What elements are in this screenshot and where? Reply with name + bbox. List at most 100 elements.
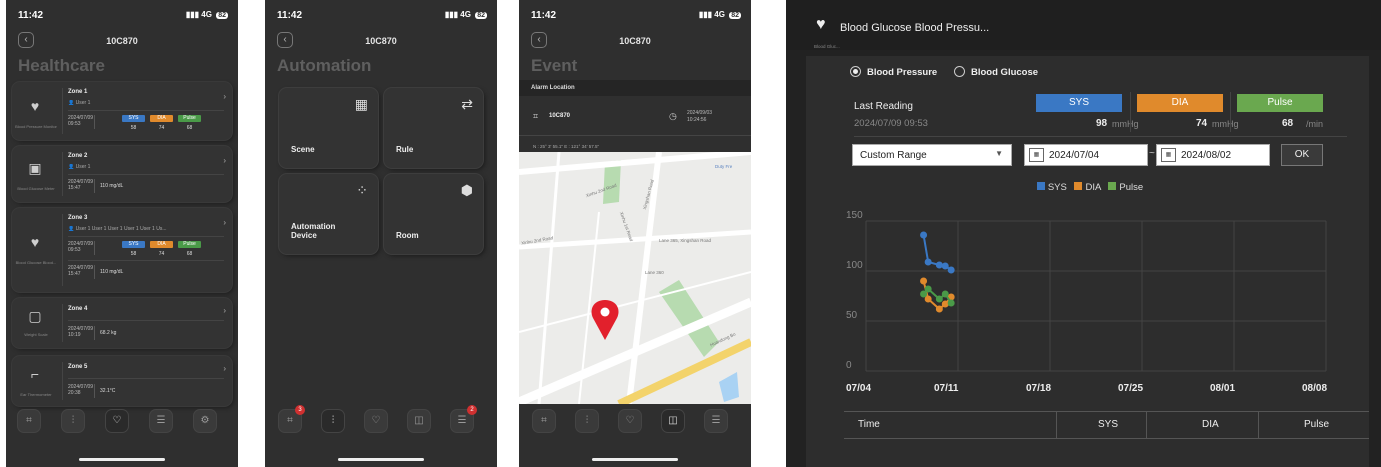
tab-automation[interactable]: ⫶ [62,410,84,432]
reading-time: 20:38 [68,390,81,396]
user-name: User 1 [75,164,91,170]
reading-time: 09:53 [68,121,81,127]
reading-value: 110 mg/dL [100,269,124,275]
tab-devices[interactable]: ⌗ [18,410,40,432]
reading-value: 110 mg/dL [100,183,124,189]
calendar-icon: ▦ [1161,148,1176,162]
tile-label: Room [396,231,419,240]
zone-card-5[interactable]: ⌐ Ear Thermometer Zone 5 › 2024/07/09 20:… [12,356,232,406]
legend-label: DIA [1085,182,1101,193]
street-label: Lane 365, Xingshan Road [659,238,712,243]
divider [62,304,63,342]
pulse-header: Pulse [1237,94,1323,112]
reading-time: 09:53 [68,247,81,253]
tab-settings[interactable]: ⚙ [194,410,216,432]
zone-card-4[interactable]: ▢ Weight Scale Zone 4 › 2024/07/09 10:19 … [12,298,232,348]
signal-indicator: ▮▮▮ 4G 82 [185,10,228,19]
end-date-value: 2024/08/02 [1181,150,1232,161]
reading-value: 68.2 kg [100,330,117,336]
radio-blood-pressure[interactable]: Blood Pressure [850,66,937,78]
status-bar: 11:42 ▮▮▮ 4G 82 [531,10,741,24]
status-bar: 11:42 ▮▮▮ 4G 82 [18,10,228,24]
chip-icon: ⌗ [533,111,539,121]
tab-devices[interactable]: ⌗ 3 [279,405,305,432]
range-select[interactable]: Custom Range ▼ [852,144,1012,166]
tab-healthcare[interactable]: ♡ [106,410,128,432]
divider [854,136,1347,137]
tab-events[interactable]: ☰ [150,410,172,432]
blood-pressure-icon: ♥ [30,234,40,250]
zone-card-2[interactable]: ▣ Blood Glucose Meter Zone 2 👤 User 1 › … [12,146,232,202]
reading-time: 15:47 [68,271,81,277]
table-header-pulse: Pulse [1304,419,1330,430]
divider [1258,412,1259,438]
tab-list[interactable]: ☰ [705,410,727,432]
rule-tile[interactable]: ⇄ Rule [384,88,483,168]
signal-indicator: ▮▮▮ 4G 82 [698,10,741,19]
automation-device-tile[interactable]: ⁘ Automation Device [279,174,378,254]
zone-card-1[interactable]: ♥ Blood Pressure Monitor Zone 1 👤 User 1… [12,82,232,140]
tab-events[interactable]: ◫ [408,410,430,432]
device-name: Ear Thermometer [20,392,52,397]
window-header: ♥ Blood Glucose Blood Pressu... Blood Gl… [786,0,1381,50]
data-point-sys [920,231,928,239]
start-date-input[interactable]: ▦ 2024/07/04 [1024,144,1148,166]
sys-badge: SYS [122,241,145,248]
chevron-down-icon: ▼ [995,149,1003,158]
divider [1146,412,1147,438]
sys-badge: SYS [122,115,145,122]
event-time: 10:24:56 [687,117,707,123]
reading-time: 10:19 [68,332,81,338]
chevron-right-icon: › [223,92,226,101]
device-name: Blood Glucose Meter [17,186,55,191]
radio-dot [850,66,861,77]
tab-healthcare[interactable]: ♡ [365,410,387,432]
tab-devices[interactable]: ⌗ [533,410,555,432]
dia-unit: mmHg [1212,119,1239,129]
bp-line-chart: 0 50 100 150 07/04 07/11 07/18 07/25 08/01 08/08 [846,210,1327,394]
sys-value: 58 [130,125,137,131]
data-point-pulse [947,299,955,307]
tab-automation[interactable]: ⫶ [576,410,598,432]
divider [68,320,224,321]
legend-label: Pulse [1119,182,1144,193]
map-view[interactable]: Xinhu 2nd Road Xinhu 1st Road Xingshan R… [519,152,751,404]
device-name: Blood Glucose Blood... [15,260,57,265]
map-roads [519,152,751,404]
x-tick-label: 07/18 [1026,383,1051,394]
home-indicator [592,458,678,461]
page-title: Automation [277,56,372,75]
data-point-sys [935,261,943,269]
tab-healthcare[interactable]: ♡ [619,410,641,432]
glucose-meter-icon: ▣ [28,160,42,176]
reading-datetime: 2024/07/09 15:47 [68,179,93,191]
battery-icon: 82 [216,12,228,19]
zone-name: Zone 2 [68,153,88,159]
end-date-input[interactable]: ▦ 2024/08/02 [1156,144,1270,166]
tab-events[interactable]: ◫ [662,410,684,432]
event-date: 2024/09/03 [687,110,713,116]
data-point-sys [924,258,932,266]
radio-label: Blood Glucose [971,67,1039,79]
tile-label: Scene [291,145,315,154]
divider [62,214,63,286]
radio-blood-glucose[interactable]: Blood Glucose [954,66,1039,79]
pulse-reading: 68 [1282,118,1294,129]
ok-button[interactable]: OK [1281,144,1323,166]
zone-card-3[interactable]: ♥ Blood Glucose Blood... Zone 3 👤 User 1… [12,208,232,292]
device-name: Blood Pressure Monitor [15,124,57,129]
tab-automation[interactable]: ⫶ [322,410,344,432]
chart-legend: SYS DIA Pulse [806,182,1369,193]
window-subtitle: Blood Gluc... [814,44,840,49]
range-separator: ~ [1149,148,1155,159]
window-title: Blood Glucose Blood Pressu... [840,22,990,34]
start-date-value: 2024/07/04 [1049,150,1100,161]
device-id: 10C870 [106,36,138,46]
scene-tile[interactable]: ▦ Scene [279,88,378,168]
map-pin[interactable] [591,300,619,340]
tab-list[interactable]: ☰ 2 [451,405,477,432]
x-tick-label: 07/11 [934,383,959,394]
room-tile[interactable]: ⬢ Room [384,174,483,254]
reading-time: 15:47 [68,185,81,191]
road [519,271,751,333]
